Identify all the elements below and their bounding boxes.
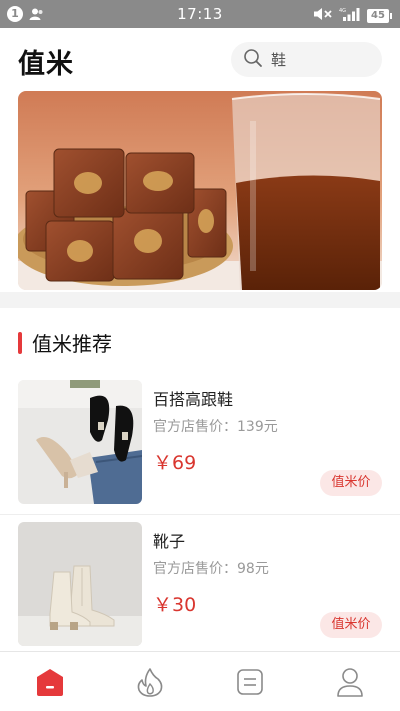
battery-icon: 45: [367, 8, 392, 23]
header: 值米 鞋: [0, 28, 400, 90]
flame-icon: [137, 667, 163, 697]
network-type-label: 4G: [339, 8, 346, 14]
section-title: 值米推荐: [32, 332, 112, 356]
promo-banner[interactable]: [18, 91, 382, 290]
tab-hot[interactable]: [100, 652, 200, 711]
banner-image: [18, 91, 382, 290]
bottom-tab-bar: [0, 651, 400, 711]
home-icon: [37, 668, 63, 696]
product-original-price: 官方店售价：139元: [153, 419, 278, 435]
price-badge[interactable]: 值米价: [320, 612, 382, 638]
section-accent-bar: [18, 331, 22, 354]
product-image: [18, 522, 142, 646]
product-price: ￥30: [153, 594, 197, 616]
app-title: 值米: [18, 49, 74, 80]
product-card[interactable]: 百搭高跟鞋 官方店售价：139元 ￥69 值米价: [0, 380, 400, 520]
section-header: 值米推荐: [18, 328, 112, 357]
product-name: 百搭高跟鞋: [153, 390, 234, 409]
status-bar: 1 17:13 4G 45: [0, 0, 400, 28]
price-badge[interactable]: 值米价: [320, 470, 382, 496]
product-price: ￥69: [153, 452, 197, 474]
mute-icon: [313, 6, 333, 25]
section-spacer: [0, 292, 400, 308]
tab-profile[interactable]: [300, 652, 400, 711]
tab-list[interactable]: [200, 652, 300, 711]
product-image: [18, 380, 142, 504]
product-card[interactable]: 靴子 官方店售价：98元 ￥30 值米价: [0, 522, 400, 662]
user-icon: [337, 667, 363, 697]
battery-level: 45: [367, 8, 389, 23]
search-bar[interactable]: 鞋: [231, 42, 382, 77]
product-original-price: 官方店售价：98元: [153, 561, 269, 577]
tab-home[interactable]: [0, 652, 100, 711]
search-input[interactable]: 鞋: [271, 49, 286, 70]
search-icon: [243, 48, 263, 72]
list-icon: [237, 668, 263, 695]
product-name: 靴子: [153, 532, 186, 551]
signal-icon: 4G: [339, 6, 361, 25]
divider: [0, 514, 400, 515]
